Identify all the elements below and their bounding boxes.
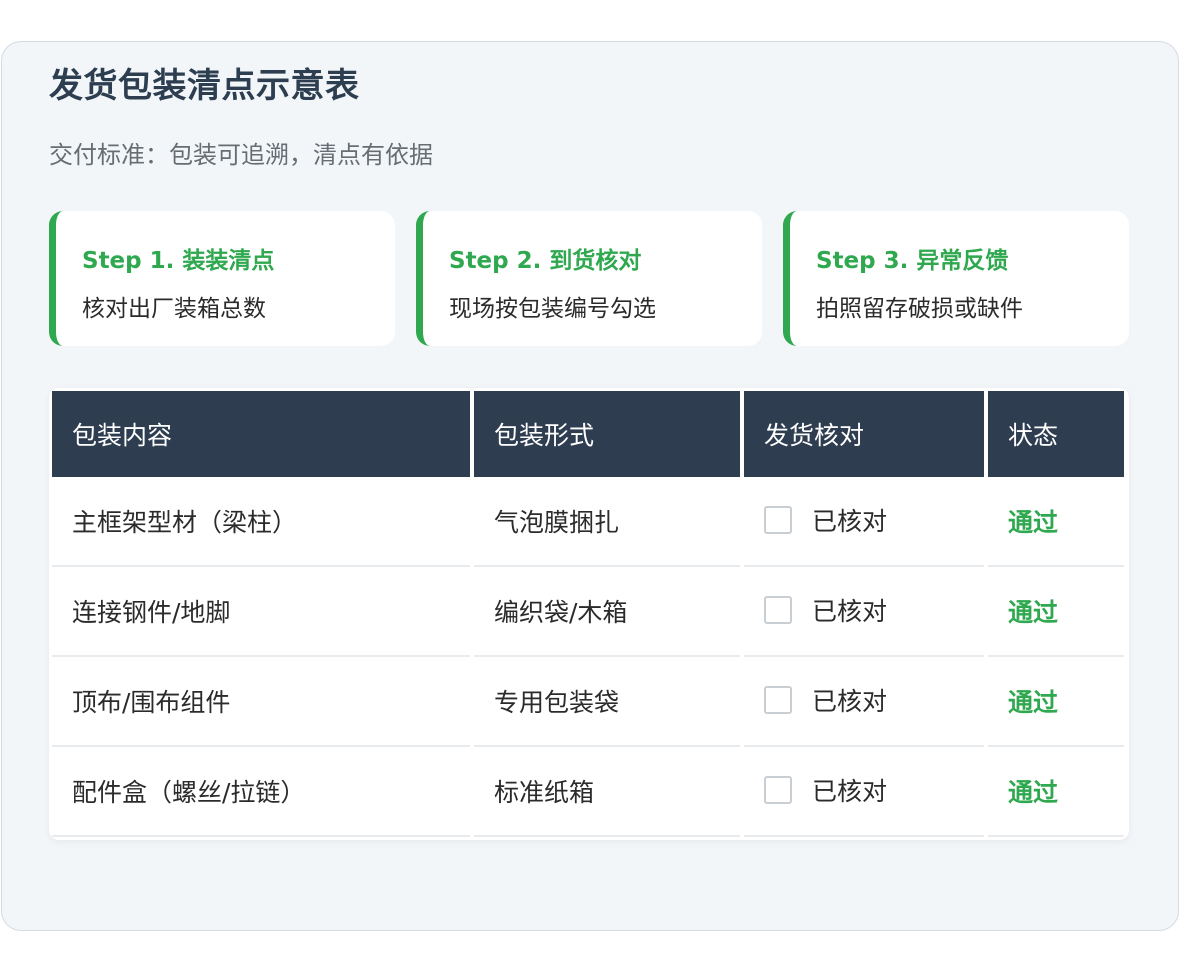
page-title: 发货包装清点示意表 (49, 66, 360, 106)
cell-form: 专用包装袋 (474, 657, 740, 747)
cell-content: 顶布/围布组件 (52, 657, 470, 747)
table-header-row: 包装内容 包装形式 发货核对 状态 (52, 391, 1124, 477)
cell-form: 编织袋/木箱 (474, 567, 740, 657)
verify-label: 已核对 (812, 687, 888, 716)
cell-form: 标准纸箱 (474, 747, 740, 837)
verify-label: 已核对 (812, 597, 888, 626)
column-header-form: 包装形式 (474, 391, 740, 477)
step-card-3: Step 3. 异常反馈 拍照留存破损或缺件 (783, 211, 1129, 346)
step-title: Step 1. 装装清点 (82, 248, 275, 274)
status-badge: 通过 (988, 567, 1124, 657)
packing-table: 包装内容 包装形式 发货核对 状态 主框架型材（梁柱） 气泡膜捆扎 已核对 通过 (49, 391, 1128, 837)
step-title: Step 2. 到货核对 (449, 248, 642, 274)
packing-table-container: 包装内容 包装形式 发货核对 状态 主框架型材（梁柱） 气泡膜捆扎 已核对 通过 (49, 388, 1129, 840)
table-row: 连接钢件/地脚 编织袋/木箱 已核对 通过 (52, 567, 1124, 657)
cell-content: 配件盒（螺丝/拉链） (52, 747, 470, 837)
cell-content: 主框架型材（梁柱） (52, 477, 470, 567)
cell-check: 已核对 (744, 477, 984, 567)
verify-checkbox[interactable] (764, 686, 792, 714)
cell-form: 气泡膜捆扎 (474, 477, 740, 567)
table-row: 配件盒（螺丝/拉链） 标准纸箱 已核对 通过 (52, 747, 1124, 837)
verify-checkbox[interactable] (764, 506, 792, 534)
verify-checkbox[interactable] (764, 596, 792, 624)
cell-check: 已核对 (744, 567, 984, 657)
status-badge: 通过 (988, 657, 1124, 747)
cell-check: 已核对 (744, 747, 984, 837)
step-card-2: Step 2. 到货核对 现场按包装编号勾选 (416, 211, 762, 346)
verify-checkbox[interactable] (764, 776, 792, 804)
step-description: 现场按包装编号勾选 (449, 296, 656, 322)
verify-checkbox-label[interactable]: 已核对 (764, 682, 887, 718)
status-badge: 通过 (988, 747, 1124, 837)
verify-checkbox-label[interactable]: 已核对 (764, 772, 887, 808)
step-description: 核对出厂装箱总数 (82, 296, 266, 322)
verify-checkbox-label[interactable]: 已核对 (764, 502, 887, 538)
cell-check: 已核对 (744, 657, 984, 747)
page-subtitle: 交付标准：包装可追溯，清点有依据 (49, 141, 433, 169)
verify-checkbox-label[interactable]: 已核对 (764, 592, 887, 628)
table-row: 主框架型材（梁柱） 气泡膜捆扎 已核对 通过 (52, 477, 1124, 567)
verify-label: 已核对 (812, 777, 888, 806)
status-badge: 通过 (988, 477, 1124, 567)
verify-label: 已核对 (812, 507, 888, 536)
cell-content: 连接钢件/地脚 (52, 567, 470, 657)
step-card-1: Step 1. 装装清点 核对出厂装箱总数 (49, 211, 395, 346)
table-row: 顶布/围布组件 专用包装袋 已核对 通过 (52, 657, 1124, 747)
step-cards: Step 1. 装装清点 核对出厂装箱总数 Step 2. 到货核对 现场按包装… (49, 211, 1129, 346)
column-header-status: 状态 (988, 391, 1124, 477)
column-header-check: 发货核对 (744, 391, 984, 477)
step-description: 拍照留存破损或缺件 (816, 296, 1023, 322)
column-header-content: 包装内容 (52, 391, 470, 477)
step-title: Step 3. 异常反馈 (816, 248, 1009, 274)
